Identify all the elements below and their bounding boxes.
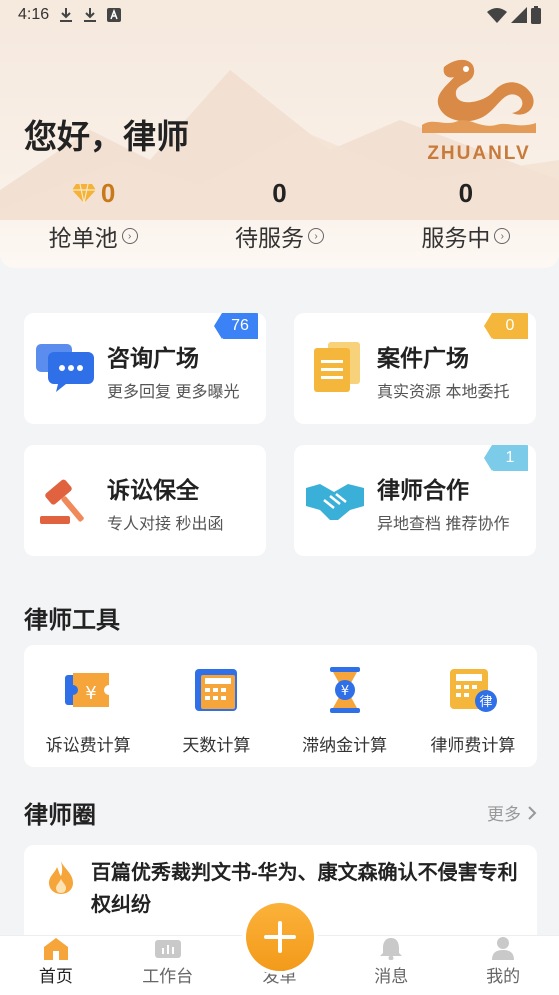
card-lawyer-cooperation[interactable]: 律师合作 异地查档 推荐协作 1 [294,445,536,556]
hourglass-yen-icon: ¥ [329,667,360,713]
tool-label: 滞纳金计算 [302,736,388,755]
status-time: 4:16 [18,6,50,23]
tool-label: 天数计算 [182,736,251,755]
more-link[interactable]: 更多 [487,800,537,825]
card-title: 律师合作 [377,477,469,503]
status-bar: 4:16 [0,0,559,30]
card-title: 咨询广场 [107,345,199,371]
flame-icon [49,861,73,894]
tool-days-calc[interactable]: 天数计算 [152,645,280,767]
stat-pending[interactable]: 0 待服务 › [186,175,372,253]
card-title: 案件广场 [377,345,469,371]
tools-panel: ¥ 诉讼费计算 天数计算 ¥ 滞纳金计算 律 律师费计算 [24,645,537,767]
stat-label: 待服务 [234,225,304,251]
svg-text:律: 律 [479,695,492,710]
nav-label: 工作台 [142,967,194,986]
calculator-lawyer-icon: 律 [449,669,497,712]
logo-text: ZHUANLV [427,143,531,164]
nav-label: 消息 [374,967,409,986]
home-icon [43,938,68,960]
svg-text:¥: ¥ [340,684,348,699]
post-title: 百篇优秀裁判文书-华为、康文森确认不侵害专利权纠纷 [91,862,518,916]
count-badge: 0 [484,313,528,339]
download-icon [84,8,97,22]
card-litigation-preservation[interactable]: 诉讼保全 专人对接 秒出函 [24,445,266,556]
brand-logo: ZHUANLV [409,55,549,165]
circle-arrow-icon: › [307,228,324,244]
stats-row: 0 抢单池 › 0 待服务 › 0 服务中 › [0,175,559,253]
dashboard-icon [154,940,181,958]
card-subtitle: 真实资源 本地委托 [377,384,510,401]
wifi-icon [487,8,507,23]
tool-label: 律师费计算 [430,736,516,755]
card-subtitle: 异地查档 推荐协作 [377,516,510,533]
nav-label: 我的 [486,967,521,986]
circle-arrow-icon: › [494,228,511,244]
more-label: 更多 [487,805,521,824]
stat-value: 0 [272,177,287,208]
publish-fab-button[interactable] [246,903,314,971]
card-consult-plaza[interactable]: 咨询广场 更多回复 更多曝光 76 [24,313,266,424]
chat-bubbles-icon [36,344,94,392]
gavel-icon [40,479,84,524]
battery-icon [531,6,541,24]
documents-icon [314,342,360,392]
diamond-icon [71,183,96,204]
handshake-icon [306,484,364,520]
nav-profile[interactable]: 我的 [447,936,559,995]
nav-workbench[interactable]: 工作台 [112,936,224,995]
stat-in-service[interactable]: 0 服务中 › [373,175,559,253]
stat-label: 服务中 [421,225,491,251]
circle-arrow-icon: › [121,228,138,244]
tool-lawyer-fee[interactable]: 律 律师费计算 [409,645,537,767]
bell-icon [380,938,403,960]
greeting: 您好，律师 [24,118,189,155]
calendar-grid-icon [195,669,238,711]
nav-home[interactable]: 首页 [0,936,112,995]
a-icon [107,8,122,22]
nav-label: 首页 [38,967,73,986]
card-title: 诉讼保全 [107,477,199,503]
card-case-plaza[interactable]: 案件广场 真实资源 本地委托 0 [294,313,536,424]
stat-label: 抢单池 [48,225,118,251]
svg-text:¥: ¥ [85,683,96,704]
stat-grab-pool[interactable]: 0 抢单池 › [0,175,186,253]
header: 您好，律师 ZHUANLV 0 抢单池 › 0 待服务 › 0 服务中 › [0,0,559,268]
count-badge: 1 [484,445,528,471]
nav-messages[interactable]: 消息 [335,936,447,995]
download-icon [60,8,73,22]
section-title-tools: 律师工具 [24,607,120,634]
tool-label: 诉讼费计算 [45,736,131,755]
stat-value: 0 [458,177,474,208]
user-icon [492,937,515,960]
stat-value: 0 [100,177,116,208]
chevron-right-icon [528,805,537,820]
section-title-circle: 律师圈 [24,802,96,829]
tool-late-fee[interactable]: ¥ 滞纳金计算 [281,645,409,767]
plus-icon [264,921,296,953]
card-subtitle: 更多回复 更多曝光 [107,384,240,401]
card-subtitle: 专人对接 秒出函 [107,516,224,533]
yen-ticket-icon: ¥ [65,673,110,707]
count-badge: 76 [214,313,258,339]
tool-litigation-fee[interactable]: ¥ 诉讼费计算 [24,645,152,767]
dragon-logo-icon [422,59,536,133]
signal-icon [511,7,527,23]
